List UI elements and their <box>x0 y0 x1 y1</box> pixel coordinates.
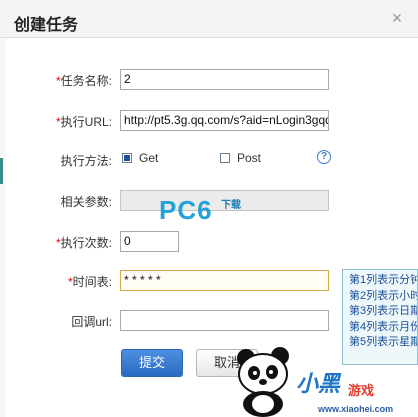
schedule-input[interactable]: * * * * * <box>120 270 329 291</box>
xiaohei-watermark-title: 小黑 <box>296 371 341 396</box>
exec-count-label: *执行次数: <box>55 236 112 250</box>
tooltip-line: 第3列表示日期 <box>349 305 418 317</box>
close-icon[interactable]: × <box>388 9 406 27</box>
callback-url-input[interactable] <box>120 310 329 331</box>
tooltip-line: 第4列表示月份 <box>349 320 418 333</box>
panda-mascot-icon <box>237 347 289 417</box>
tooltip-line: 第1列表示分钟 <box>349 274 418 286</box>
method-post-checkbox[interactable] <box>220 153 230 163</box>
tooltip-line: 第2列表示小时 <box>349 289 418 302</box>
callback-url-label: 回调url: <box>71 315 112 329</box>
method-get-label[interactable]: Get <box>139 151 158 165</box>
submit-button[interactable]: 提交 <box>121 349 183 377</box>
exec-method-label: 执行方法: <box>60 154 112 168</box>
help-icon[interactable]: ? <box>317 150 331 164</box>
xiaohei-watermark-sub: 游戏 <box>348 383 375 398</box>
schedule-tooltip: 第1列表示分钟 第2列表示小时 第3列表示日期 第4列表示月份 第5列表示星期 <box>342 269 418 365</box>
method-get-radio[interactable] <box>122 153 132 163</box>
left-edge-strip <box>0 38 6 417</box>
dialog-title: 创建任务 <box>14 17 79 34</box>
pc6-watermark-sub: 下载 <box>221 200 241 211</box>
exec-count-input[interactable]: 0 <box>120 231 179 252</box>
task-name-label: *任务名称: <box>55 74 112 88</box>
task-name-input[interactable]: 2 <box>120 69 329 90</box>
method-post-label[interactable]: Post <box>237 151 261 165</box>
tooltip-line: 第5列表示星期 <box>349 336 418 348</box>
params-label: 相关参数: <box>60 195 112 209</box>
exec-url-input[interactable]: http://pt5.3g.qq.com/s?aid=nLogin3gqq <box>120 110 329 131</box>
exec-url-label: *执行URL: <box>55 115 112 129</box>
create-task-dialog: 创建任务 × *任务名称: 2 *执行URL: http://pt5.3g.qq… <box>0 0 418 417</box>
schedule-label: *时间表: <box>67 275 112 289</box>
xiaohei-watermark-url: www.xiaohei.com <box>318 404 394 414</box>
dialog-title-bar[interactable]: 创建任务 × <box>0 0 418 38</box>
pc6-watermark-logo: PC6 <box>159 195 213 225</box>
